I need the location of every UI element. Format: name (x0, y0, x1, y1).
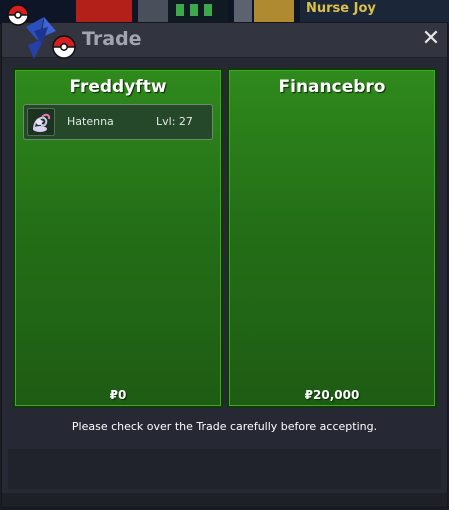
money-offer-partner: ₽20,000 (304, 388, 360, 402)
trainer-name-partner: Financebro (278, 77, 386, 97)
hatenna-icon (27, 108, 55, 136)
pokeball-cluster-icon (7, 4, 76, 59)
background-dark-block (168, 0, 228, 24)
trade-notice: Please check over the Trade carefully be… (71, 420, 378, 433)
nurse-joy-nameplate: Nurse Joy (300, 0, 449, 24)
pokemon-level: Lvl: 27 (156, 115, 193, 128)
window-bottom-edge (2, 493, 447, 507)
money-offer-self: ₽0 (109, 388, 127, 402)
background-gray-block-2 (234, 0, 252, 24)
background-red-block (76, 0, 132, 24)
background-gray-block (138, 0, 168, 24)
trade-window: Trade ✕ Freddyftw Hatenna Lvl: 27 ₽0 Fin… (1, 4, 448, 508)
trade-pokemon-item[interactable]: Hatenna Lvl: 27 (23, 104, 213, 140)
trade-title: Trade (82, 28, 142, 50)
pokemon-name: Hatenna (67, 115, 114, 128)
trainer-name-self: Freddyftw (69, 77, 167, 97)
background-gold-block (254, 0, 294, 24)
nurse-joy-label: Nurse Joy (306, 1, 376, 16)
trade-footer (8, 449, 441, 489)
trade-panel-partner: Financebro ₽20,000 (227, 68, 437, 408)
trade-panel-self: Freddyftw Hatenna Lvl: 27 ₽0 (13, 68, 223, 408)
close-button[interactable]: ✕ (421, 28, 441, 50)
